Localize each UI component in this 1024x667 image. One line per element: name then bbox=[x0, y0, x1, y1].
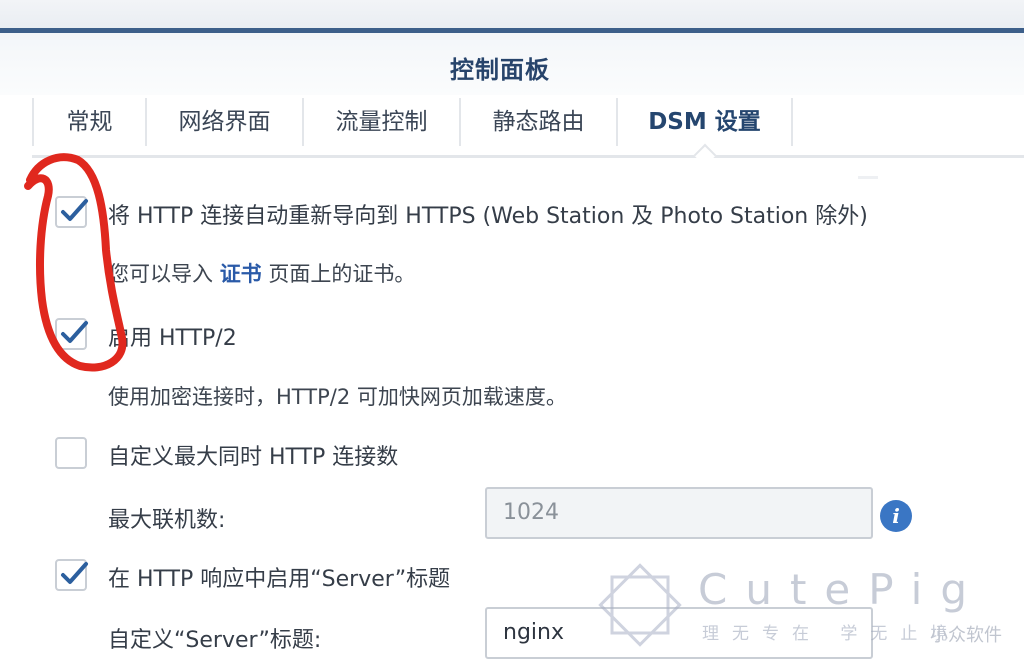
https-redirect-label: 将 HTTP 连接自动重新导向到 HTTPS (Web Station 及 Ph… bbox=[108, 204, 868, 229]
certificate-hint-suffix: 页面上的证书。 bbox=[268, 262, 416, 286]
watermark-subtitle: 理无专在 学无止境 bbox=[702, 624, 961, 644]
info-icon[interactable]: i bbox=[880, 500, 912, 532]
tab-dsm-settings[interactable]: DSM 设置 bbox=[616, 98, 793, 146]
tab-network-interface[interactable]: 网络界面 bbox=[145, 98, 302, 146]
http2-hint: 使用加密连接时，HTTP/2 可加快网页加载速度。 bbox=[108, 385, 567, 409]
max-connections-input[interactable]: 1024 bbox=[485, 487, 873, 539]
max-connections-field-label: 最大联机数: bbox=[108, 508, 226, 533]
tab-general[interactable]: 常规 bbox=[32, 98, 145, 146]
watermark-logo-icon bbox=[598, 563, 682, 647]
https-redirect-checkbox[interactable] bbox=[55, 196, 88, 228]
watermark-source: 小众软件 bbox=[930, 625, 1002, 646]
certificate-hint-prefix: 您可以导入 bbox=[108, 262, 213, 286]
watermark-title: CutePig bbox=[698, 565, 985, 614]
active-tab-indicator bbox=[693, 143, 717, 167]
checkmark-icon bbox=[61, 562, 88, 584]
max-connections-label: 自定义最大同时 HTTP 连接数 bbox=[108, 445, 399, 470]
window-title: 控制面板 bbox=[450, 56, 550, 84]
divider bbox=[858, 176, 878, 179]
tab-static-route[interactable]: 静态路由 bbox=[459, 98, 616, 146]
watermark: CutePig 理无专在 学无止境 小众软件 bbox=[590, 555, 1020, 665]
checkmark-icon bbox=[61, 199, 88, 221]
checkmark-icon bbox=[61, 321, 88, 343]
server-header-field-label: 自定义“Server”标题: bbox=[108, 628, 322, 653]
certificate-link[interactable]: 证书 bbox=[220, 262, 262, 286]
tab-underline bbox=[32, 155, 1024, 158]
certificate-hint: 您可以导入 证书 页面上的证书。 bbox=[108, 258, 415, 288]
http2-checkbox[interactable] bbox=[55, 318, 88, 350]
server-header-label: 在 HTTP 响应中启用“Server”标题 bbox=[108, 567, 451, 592]
http2-label: 启用 HTTP/2 bbox=[108, 326, 237, 351]
server-header-checkbox[interactable] bbox=[55, 559, 88, 591]
tab-bar: 常规 网络界面 流量控制 静态路由 DSM 设置 bbox=[32, 98, 793, 146]
top-bar bbox=[0, 0, 1024, 30]
tab-traffic-control[interactable]: 流量控制 bbox=[302, 98, 459, 146]
max-connections-checkbox[interactable] bbox=[55, 437, 87, 469]
